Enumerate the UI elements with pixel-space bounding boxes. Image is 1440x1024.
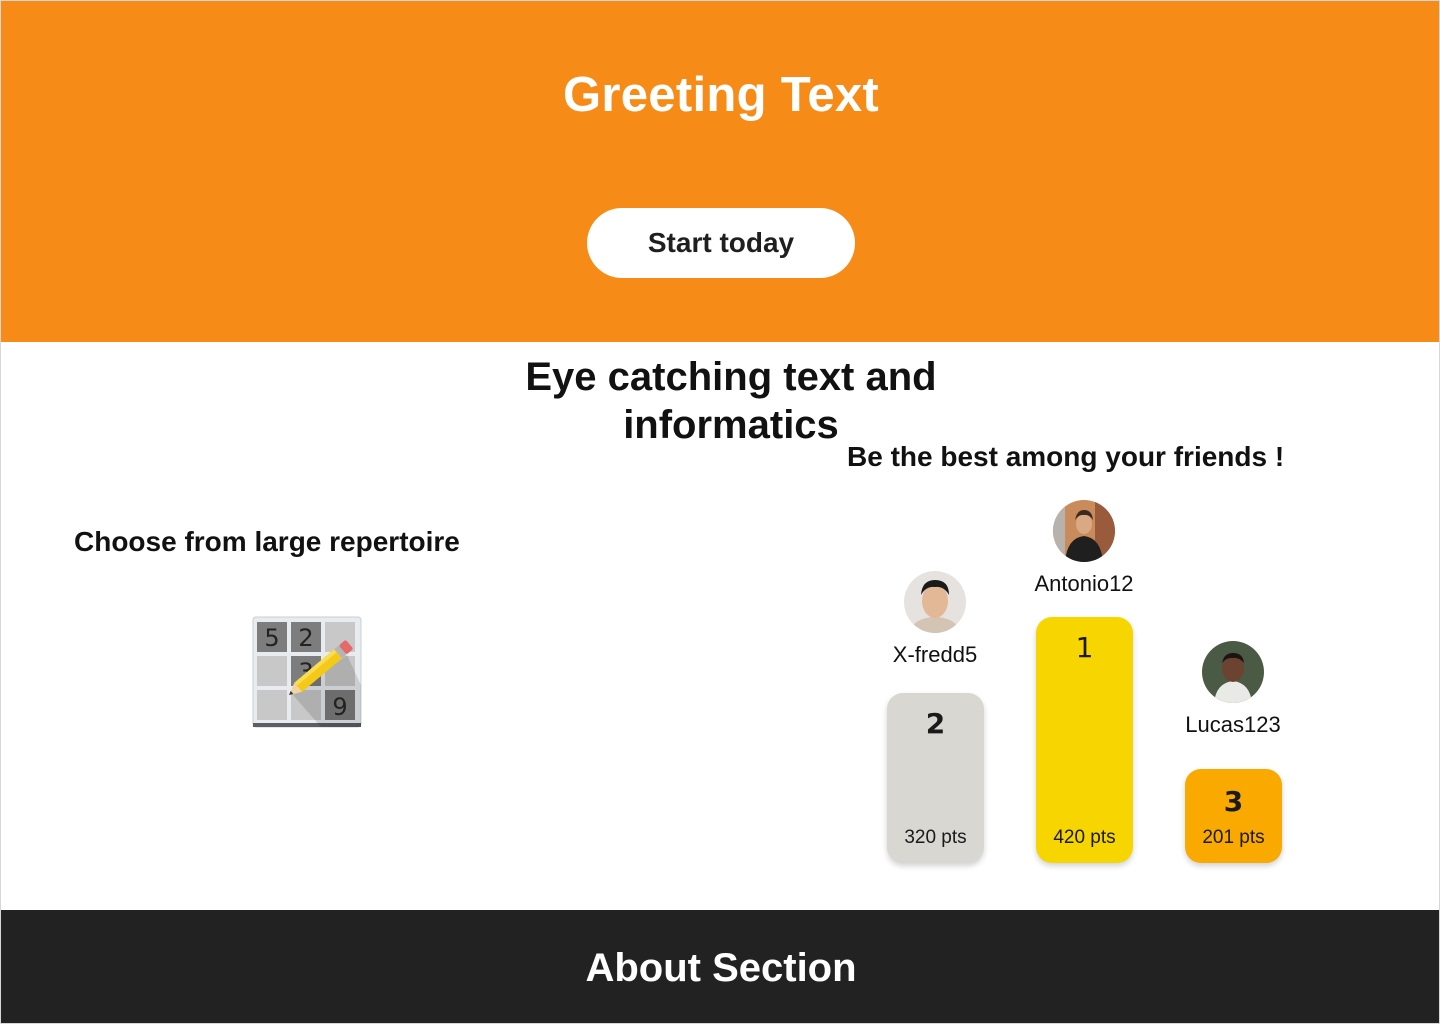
points-label: 320 pts: [904, 827, 967, 848]
points-label: 420 pts: [1053, 827, 1116, 848]
friends-heading: Be the best among your friends !: [847, 441, 1285, 472]
hero-title: Greeting Text: [562, 68, 880, 122]
sudoku-pencil-icon: 5 2 3 9: [251, 615, 363, 729]
avatar-antonio12: [1053, 500, 1115, 562]
avatar-x-fredd5: [904, 571, 966, 633]
start-today-button[interactable]: Start today: [587, 208, 855, 278]
repertoire-heading: Choose from large repertoire: [74, 526, 460, 557]
username-label: X-fredd5: [892, 642, 978, 667]
hero-section: Greeting Text Start today: [1, 1, 1439, 342]
sudoku-digit: 5: [264, 624, 279, 652]
podium-third-place: 3 201 pts: [1185, 769, 1282, 863]
podium-second-place: 2 320 pts: [887, 693, 984, 863]
rank-number: 1: [1075, 631, 1094, 664]
sudoku-digit: 2: [298, 624, 313, 652]
avatar-lucas123: [1202, 641, 1264, 703]
about-section: About Section: [1, 910, 1439, 1023]
podium-first-place: 1 420 pts: [1036, 617, 1133, 863]
main-headline: Eye catching text and informatics: [525, 355, 937, 447]
about-title: About Section: [585, 946, 857, 990]
rank-number: 3: [1223, 785, 1244, 818]
sudoku-digit: 9: [332, 693, 347, 721]
points-label: 201 pts: [1202, 827, 1265, 848]
username-label: Lucas123: [1185, 712, 1281, 737]
landing-page: Greeting Text Start today Eye catching t…: [0, 0, 1440, 1024]
username-label: Antonio12: [1034, 571, 1134, 596]
rank-number: 2: [925, 707, 946, 740]
